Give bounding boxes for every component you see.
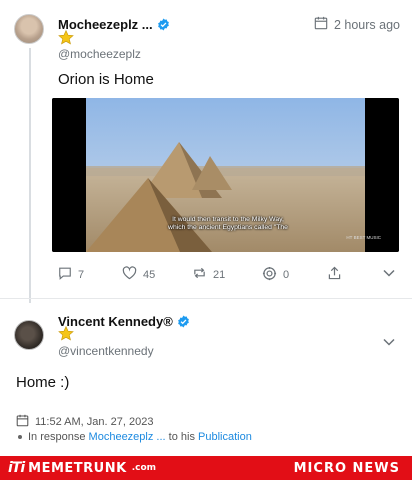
more-options-button[interactable]	[383, 268, 395, 280]
in-response-line: In response Mocheezeplz ... to his Publi…	[18, 431, 252, 443]
video-caption: It would then transit to the Milky Way, …	[168, 216, 288, 231]
post-time: 2 hours ago	[314, 16, 400, 33]
share-button[interactable]	[328, 266, 341, 283]
more-options-button[interactable]	[383, 333, 395, 351]
response-prefix: In response	[28, 431, 86, 443]
chevron-down-icon	[383, 268, 395, 280]
share-icon	[328, 266, 341, 283]
calendar-icon	[16, 414, 29, 430]
brand-logo[interactable]: iTi MEMETRUNK .com	[8, 460, 156, 476]
star-icon	[58, 325, 74, 346]
like-button[interactable]: 45	[122, 266, 155, 283]
calendar-icon	[314, 16, 328, 33]
verified-badge-icon	[157, 18, 170, 34]
avatar[interactable]	[14, 14, 44, 44]
post-text: Home :)	[16, 374, 70, 391]
heart-icon	[122, 266, 137, 283]
avatar[interactable]	[14, 320, 44, 350]
reply-icon	[58, 266, 72, 283]
footer-banner: iTi MEMETRUNK .com MICRO NEWS	[0, 456, 412, 480]
author-name-text[interactable]: Vincent Kennedy®	[58, 314, 173, 329]
repost-icon	[192, 266, 207, 283]
video-watermark: HT BEST MUSIC	[346, 235, 381, 240]
micro-news-label: MICRO NEWS	[293, 460, 400, 476]
views-icon	[262, 266, 277, 284]
video-player[interactable]: It would then transit to the Milky Way, …	[52, 98, 399, 252]
author-name[interactable]: Vincent Kennedy®	[58, 314, 190, 331]
author-name[interactable]: Mocheezeplz ...	[58, 17, 170, 34]
like-count: 45	[143, 268, 156, 281]
post-original: Mocheezeplz ... @mocheezeplz 2 hours ago…	[0, 0, 412, 303]
post-text: Orion is Home	[58, 71, 154, 88]
publication-link[interactable]: Publication	[198, 431, 252, 443]
chevron-down-icon	[383, 333, 395, 350]
post-divider	[0, 298, 412, 299]
repost-count: 21	[213, 268, 226, 281]
brand-mark: iTi	[8, 460, 25, 476]
brand-tld: .com	[131, 463, 157, 473]
bullet	[18, 435, 22, 440]
author-handle[interactable]: @mocheezeplz	[58, 47, 141, 61]
reply-button[interactable]: 7	[58, 266, 84, 283]
author-handle[interactable]: @vincentkennedy	[58, 344, 154, 358]
reply-count: 7	[78, 268, 85, 281]
time-text: 2 hours ago	[333, 17, 400, 32]
brand-name: MEMETRUNK	[28, 460, 127, 476]
views-count: 0	[283, 269, 290, 281]
response-user-link[interactable]: Mocheezeplz ...	[89, 431, 166, 443]
views-button[interactable]: 0	[262, 266, 289, 284]
repost-button[interactable]: 21	[192, 266, 225, 283]
response-mid: to his	[168, 431, 195, 443]
timestamp-text: 11:52 AM, Jan. 27, 2023	[35, 416, 154, 428]
thread-line	[29, 48, 31, 303]
post-timestamp: 11:52 AM, Jan. 27, 2023	[16, 414, 153, 430]
action-bar: 7 45 21 0	[58, 266, 398, 284]
verified-badge-icon	[177, 315, 190, 331]
